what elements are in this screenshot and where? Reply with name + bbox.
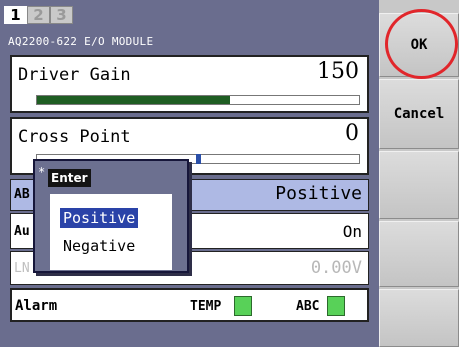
ln-row-label: LN (14, 261, 30, 276)
cross-point-value: 0 (345, 121, 359, 146)
tab-3[interactable]: 3 (50, 6, 73, 24)
popup-option-list: Positive Negative (50, 194, 172, 270)
page-tabs: 1 2 3 (4, 6, 73, 24)
blank-softkey-4[interactable] (379, 221, 459, 287)
abc-indicator (327, 296, 345, 316)
driver-gain-label: Driver Gain (18, 65, 131, 85)
ln-row-value: 0.00V (310, 258, 362, 278)
alarm-row: Alarm TEMP ABC (10, 288, 369, 322)
temp-indicator-label: TEMP (190, 299, 222, 314)
auto-row-label: Au (14, 224, 30, 239)
alarm-label: Alarm (15, 298, 58, 314)
option-positive[interactable]: Positive (60, 208, 139, 228)
popup-marker: * (38, 165, 46, 179)
ok-button[interactable]: OK (379, 13, 459, 77)
cross-point-label: Cross Point (18, 127, 131, 147)
tab-1[interactable]: 1 (4, 6, 27, 24)
abc-row-value: Positive (275, 183, 362, 204)
blank-softkey-5[interactable] (379, 289, 459, 347)
cross-point-marker (196, 154, 201, 164)
abc-indicator-label: ABC (296, 299, 320, 314)
driver-gain-field[interactable]: Driver Gain 150 (10, 55, 369, 113)
driver-gain-bar (36, 95, 360, 105)
softkey-column: OK Cancel (379, 0, 459, 347)
option-negative[interactable]: Negative (60, 236, 138, 256)
cancel-button[interactable]: Cancel (379, 79, 459, 149)
tab-2[interactable]: 2 (27, 6, 50, 24)
auto-row-value: On (342, 222, 362, 241)
blank-softkey-3[interactable] (379, 151, 459, 219)
driver-gain-bar-fill (37, 96, 231, 104)
popup-title: Enter (48, 169, 91, 187)
driver-gain-value: 150 (317, 59, 359, 84)
module-title: AQ2200-622 E/O MODULE (8, 35, 154, 48)
enter-popup: * Enter Positive Negative (33, 159, 189, 273)
temp-indicator (234, 296, 252, 316)
abc-row-label: AB (14, 187, 30, 202)
module-panel: 1 2 3 AQ2200-622 E/O MODULE Driver Gain … (0, 0, 379, 347)
